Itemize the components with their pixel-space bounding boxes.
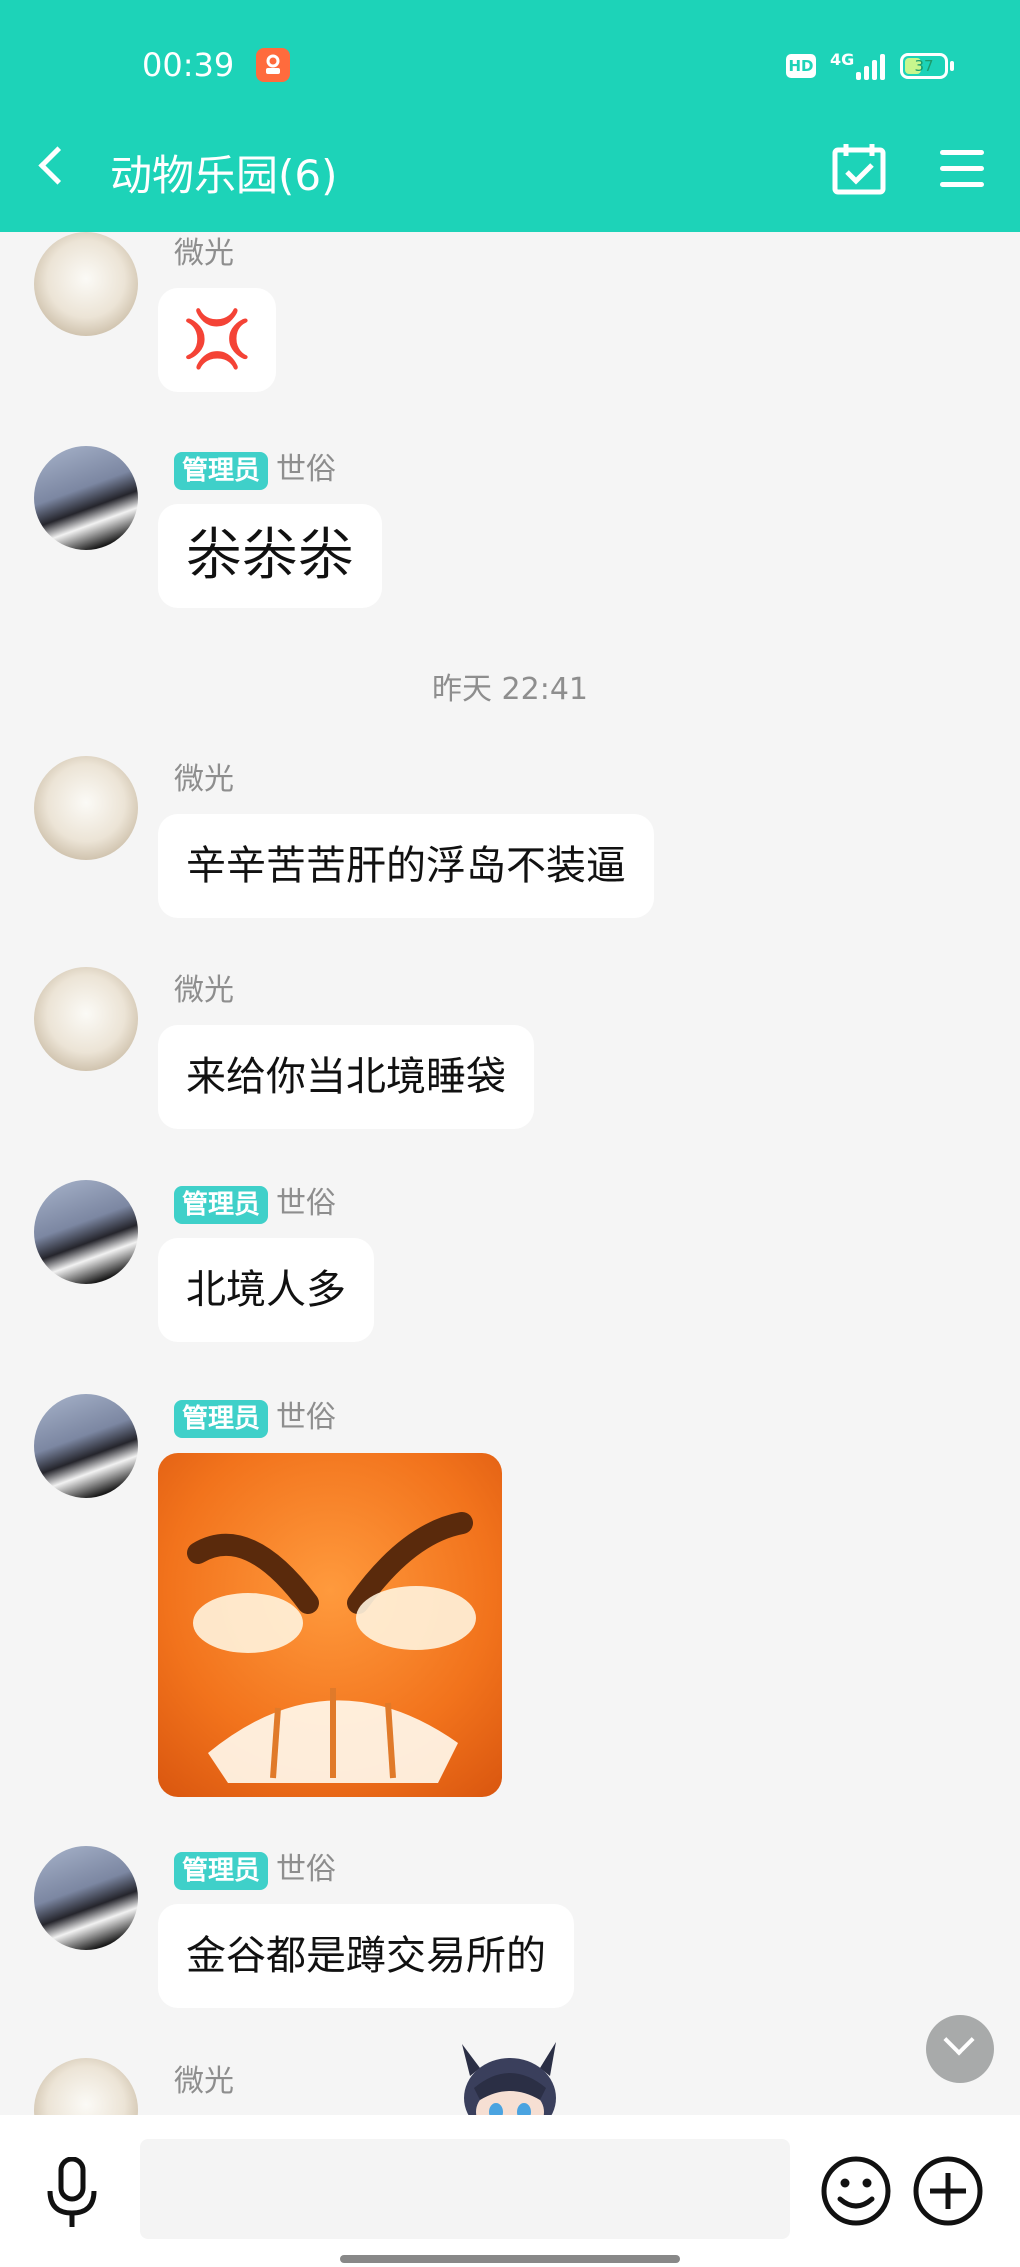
message-bubble[interactable]: 💢	[158, 288, 276, 392]
sender-name: 微光	[174, 2064, 234, 2099]
hd-icon: HD	[786, 54, 816, 78]
signal-icon	[856, 52, 886, 82]
app-notification-icon	[256, 48, 290, 82]
plus-circle-icon	[913, 2156, 983, 2226]
hamburger-menu-icon	[940, 150, 984, 155]
calendar-check-icon	[832, 144, 886, 195]
chevron-down-icon	[943, 2024, 975, 2056]
admin-badge: 管理员	[174, 1185, 269, 1224]
avatar[interactable]	[34, 1394, 138, 1498]
voice-button[interactable]	[40, 2156, 104, 2229]
avatar[interactable]	[34, 232, 138, 336]
sender-name: 世俗	[276, 1186, 337, 1221]
admin-badge: 管理员	[174, 451, 269, 490]
message-text: 辛辛苦苦肝的浮岛不装逼	[186, 843, 626, 889]
scroll-to-bottom-button[interactable]	[926, 2015, 994, 2083]
battery-icon: 37	[900, 53, 948, 79]
sender-name: 世俗	[276, 452, 337, 487]
emoji-button[interactable]	[820, 2155, 892, 2227]
message-text: 来给你当北境睡袋	[186, 1054, 506, 1100]
message-input[interactable]	[140, 2139, 790, 2239]
chat-list[interactable]: 微光 💢 管理员 世俗 尜尜尜 昨天 22:41 微光 辛辛苦苦肝的浮岛不装逼 微…	[0, 232, 1020, 2115]
time-separator: 昨天 22:41	[432, 672, 588, 707]
anger-symbol-icon: 💢	[182, 307, 252, 372]
input-bar	[0, 2115, 1020, 2267]
home-indicator[interactable]	[340, 2255, 680, 2263]
back-button[interactable]	[30, 140, 80, 200]
more-options-button[interactable]	[912, 2155, 984, 2227]
message-bubble[interactable]: 辛辛苦苦肝的浮岛不装逼	[158, 814, 654, 918]
message-bubble[interactable]: 尜尜尜	[158, 504, 382, 608]
smiley-face-icon	[821, 2156, 891, 2226]
microphone-icon	[47, 2156, 97, 2227]
battery-level: 37	[914, 57, 934, 75]
avatar[interactable]	[34, 1846, 138, 1950]
message-bubble[interactable]: 北境人多	[158, 1238, 374, 1342]
sender-name: 微光	[174, 762, 234, 797]
sender-line: 管理员 世俗	[174, 444, 336, 490]
chevron-left-icon	[38, 146, 77, 185]
sender-line: 管理员 世俗	[174, 1178, 336, 1224]
chat-title: 动物乐园(6)	[110, 151, 338, 200]
admin-badge: 管理员	[174, 1399, 269, 1438]
admin-badge: 管理员	[174, 1851, 269, 1890]
message-text: 金谷都是蹲交易所的	[186, 1933, 546, 1979]
sender-line: 管理员 世俗	[174, 1844, 336, 1890]
sender-line: 管理员 世俗	[174, 1392, 336, 1438]
message-bubble[interactable]: 来给你当北境睡袋	[158, 1025, 534, 1129]
avatar[interactable]	[34, 967, 138, 1071]
app-header: 00:39 HD 4G 37 动物乐园(6)	[0, 0, 1020, 232]
sender-name: 世俗	[276, 1852, 337, 1887]
menu-button[interactable]	[940, 148, 990, 192]
sender-name: 微光	[174, 973, 234, 1008]
message-text: 尜尜尜	[186, 523, 354, 588]
message-bubble[interactable]: 金谷都是蹲交易所的	[158, 1904, 574, 2008]
sender-name: 微光	[174, 236, 234, 271]
avatar[interactable]	[34, 756, 138, 860]
avatar[interactable]	[34, 446, 138, 550]
battery-tip	[950, 61, 954, 71]
status-time: 00:39	[142, 46, 235, 84]
sender-name: 世俗	[276, 1400, 337, 1435]
avatar[interactable]	[34, 2058, 138, 2115]
calendar-button[interactable]	[830, 142, 890, 196]
angry-face-icon	[187, 1512, 476, 1783]
network-type: 4G	[830, 50, 855, 69]
message-text: 北境人多	[186, 1267, 346, 1313]
angry-face-sticker[interactable]	[158, 1453, 502, 1797]
avatar[interactable]	[34, 1180, 138, 1284]
